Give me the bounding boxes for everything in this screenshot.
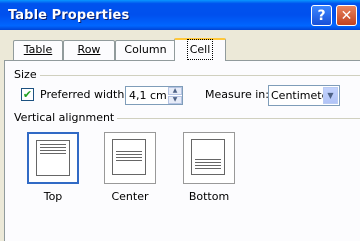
align-top-button[interactable] xyxy=(27,132,79,184)
align-top-icon xyxy=(36,140,70,176)
align-center-icon xyxy=(112,139,146,175)
align-bottom-icon xyxy=(191,139,225,175)
close-icon: ✕ xyxy=(340,8,353,24)
title-bar[interactable]: Table Properties ? ✕ xyxy=(0,0,360,30)
tab-cell[interactable]: Cell xyxy=(174,38,226,61)
preferred-width-checkbox[interactable]: ✔ xyxy=(21,88,34,101)
align-bottom-label: Bottom xyxy=(188,190,230,203)
align-center-button[interactable] xyxy=(104,132,156,184)
preferred-width-value[interactable]: 4,1 cm xyxy=(129,89,167,102)
spinner-down-icon[interactable]: ▼ xyxy=(168,96,182,104)
valign-group-divider xyxy=(104,118,360,119)
preferred-width-spinner[interactable]: 4,1 cm ▲ ▼ xyxy=(125,86,183,105)
spinner-up-icon[interactable]: ▲ xyxy=(168,87,182,95)
tab-label: Row xyxy=(77,43,101,56)
chevron-down-icon[interactable]: ▼ xyxy=(323,87,338,104)
align-center-label: Center xyxy=(111,190,149,203)
tab-label: Cell xyxy=(186,39,214,60)
checkmark-icon: ✔ xyxy=(22,88,33,101)
close-button[interactable]: ✕ xyxy=(336,5,357,26)
measure-in-select[interactable]: Centimeter ▼ xyxy=(268,85,340,106)
spinner-arrows: ▲ ▼ xyxy=(168,87,182,104)
tab-row[interactable]: Row xyxy=(63,40,115,60)
tab-table[interactable]: Table xyxy=(13,40,63,60)
size-group-divider xyxy=(40,75,360,76)
window-title: Table Properties xyxy=(8,8,130,23)
measure-in-label: Measure in: xyxy=(205,88,269,101)
tab-label: Column xyxy=(124,43,167,56)
help-icon: ? xyxy=(317,8,326,24)
align-bottom-button[interactable] xyxy=(183,132,235,184)
tab-column[interactable]: Column xyxy=(115,40,176,60)
align-top-label: Top xyxy=(43,190,63,203)
tab-label: Table xyxy=(23,43,53,56)
help-button[interactable]: ? xyxy=(311,5,332,26)
preferred-width-label: Preferred width: xyxy=(40,88,129,101)
tab-strip: Table Row Column Cell xyxy=(8,38,360,61)
valign-group-label: Vertical alignment xyxy=(14,111,118,124)
size-group-label: Size xyxy=(14,68,40,81)
